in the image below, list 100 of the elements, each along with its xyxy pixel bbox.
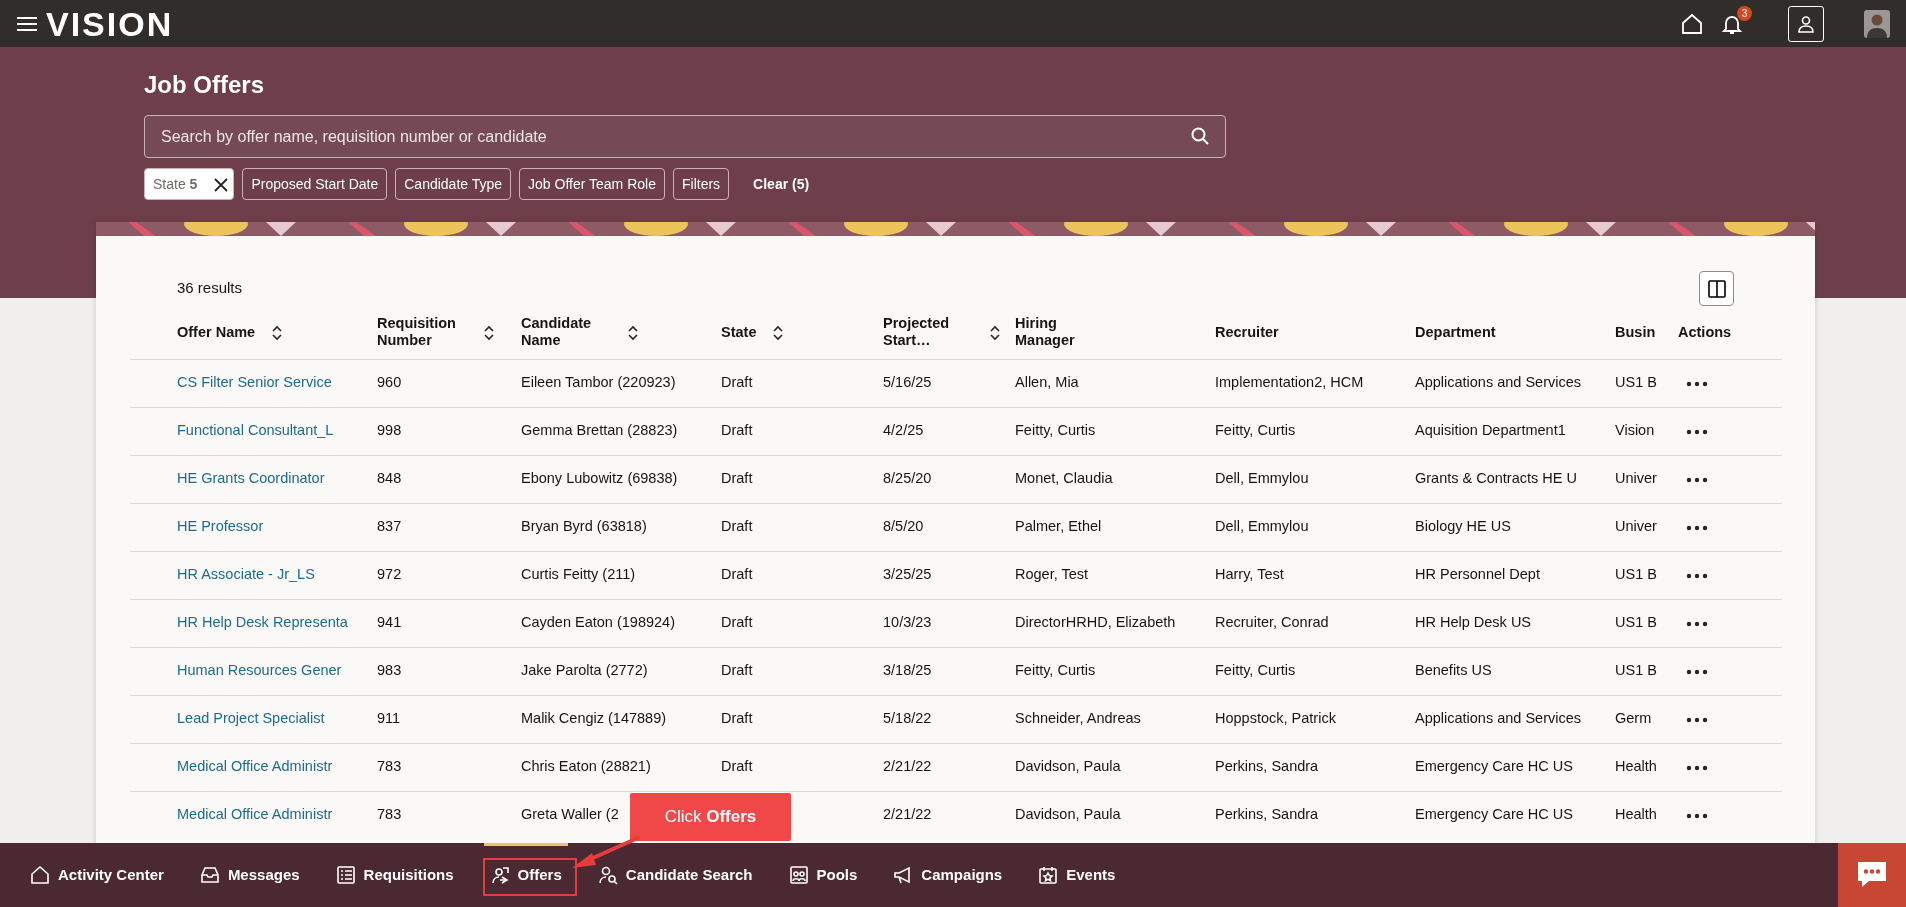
clear-filters-link[interactable]: Clear (5) xyxy=(737,173,818,195)
table-cell: 5/18/22 xyxy=(883,710,932,727)
nav-tab[interactable]: Candidate Search xyxy=(591,843,759,907)
columns-icon xyxy=(1706,278,1727,299)
table-cell: Germ xyxy=(1615,710,1652,727)
table-cell: 3/18/25 xyxy=(883,662,932,679)
column-header: Requisition Number xyxy=(377,314,457,350)
person-search-icon xyxy=(597,865,618,885)
table-cell: Davidson, Paula xyxy=(1015,758,1121,775)
table-cell: Univer xyxy=(1615,518,1657,535)
sort-icon xyxy=(271,325,284,341)
avatar[interactable] xyxy=(1864,9,1890,38)
table-cell: Feitty, Curtis xyxy=(1015,662,1096,679)
table-cell: Vision xyxy=(1615,422,1655,439)
table-cell: Dell, Emmylou xyxy=(1215,470,1309,487)
nav-tab[interactable]: Events xyxy=(1032,843,1122,907)
column-header: Busin xyxy=(1615,323,1656,341)
table-cell: Chris Eaton (28821) xyxy=(521,758,651,775)
user-button[interactable] xyxy=(1788,5,1824,42)
table-cell: 983 xyxy=(377,662,402,679)
table-cell: Cayden Eaton (198924) xyxy=(521,614,675,631)
search-field[interactable]: Search by offer name, requisition number or candidate xyxy=(144,115,1226,158)
table-cell: Draft xyxy=(721,470,753,487)
offer-link[interactable]: Functional Consultant_L xyxy=(177,422,334,439)
offer-link[interactable]: Medical Office Administr xyxy=(177,758,333,775)
table-cell: Draft xyxy=(721,758,753,775)
more-icon xyxy=(1686,476,1708,483)
filter-chip[interactable]: State 5 xyxy=(144,168,235,200)
table-cell: Emergency Care HC US xyxy=(1415,806,1573,823)
callout: Click Offers xyxy=(630,793,791,841)
filter-chip[interactable]: Candidate Type xyxy=(395,168,512,200)
table-cell: Hoppstock, Patrick xyxy=(1215,710,1336,727)
table-cell: Grants & Contracts HE U xyxy=(1415,470,1577,487)
nav-tab[interactable]: Messages xyxy=(193,843,306,907)
more-icon xyxy=(1686,380,1708,387)
nav-tab[interactable]: Requisitions xyxy=(329,843,460,907)
column-header: Offer Name xyxy=(177,323,256,341)
table-cell: Harry, Test xyxy=(1215,566,1284,583)
close-icon xyxy=(213,176,230,193)
table-cell: Draft xyxy=(721,662,753,679)
table-cell: Draft xyxy=(721,614,753,631)
more-icon xyxy=(1686,524,1708,531)
table-cell: Aquisition Department1 xyxy=(1415,422,1566,439)
person-icon xyxy=(1796,13,1816,34)
nav-tab[interactable]: Pools xyxy=(782,843,864,907)
more-icon xyxy=(1686,716,1708,723)
offer-link[interactable]: HE Grants Coordinator xyxy=(177,470,325,487)
column-header: State xyxy=(721,323,757,341)
table-cell: Gemma Brettan (28823) xyxy=(521,422,678,439)
filter-chip[interactable]: Filters xyxy=(672,168,730,200)
table-cell: Eileen Tambor (220923) xyxy=(521,374,676,391)
table-cell: Allen, Mia xyxy=(1015,374,1079,391)
columns-button[interactable] xyxy=(1699,271,1734,306)
table-cell: 783 xyxy=(377,758,402,775)
table-cell: Applications and Services xyxy=(1415,710,1582,727)
offer-link[interactable]: HE Professor xyxy=(177,518,264,535)
table-cell: 8/25/20 xyxy=(883,470,932,487)
house-icon xyxy=(30,865,50,885)
column-header: Candidate Name xyxy=(521,314,593,350)
table-cell: Univer xyxy=(1615,470,1657,487)
home-button[interactable] xyxy=(1680,11,1704,36)
more-icon xyxy=(1686,572,1708,579)
results-count: 36 results xyxy=(177,278,243,299)
nav-tab[interactable]: Campaigns xyxy=(887,843,1009,907)
offer-link[interactable]: CS Filter Senior Service xyxy=(177,374,332,391)
table-cell: Davidson, Paula xyxy=(1015,806,1121,823)
table-cell: Perkins, Sandra xyxy=(1215,758,1319,775)
table-cell: Biology HE US xyxy=(1415,518,1511,535)
table-cell: US1 B xyxy=(1615,374,1657,391)
filter-chip[interactable]: Job Offer Team Role xyxy=(519,168,665,200)
more-icon xyxy=(1686,764,1708,771)
nav-tab[interactable]: Offers xyxy=(483,843,568,907)
offer-link[interactable]: Medical Office Administr xyxy=(177,806,333,823)
menu-icon xyxy=(16,15,38,34)
table-cell: HR Help Desk US xyxy=(1415,614,1532,631)
offer-link[interactable]: Lead Project Specialist xyxy=(177,710,325,727)
table-cell: 3/25/25 xyxy=(883,566,932,583)
table-cell: Health xyxy=(1615,806,1657,823)
notification-badge: 3 xyxy=(1737,6,1752,22)
table-cell: 837 xyxy=(377,518,402,535)
table-cell: 998 xyxy=(377,422,402,439)
table-cell: Roger, Test xyxy=(1015,566,1089,583)
nav-tab[interactable]: Activity Center xyxy=(24,843,170,907)
table-cell: Draft xyxy=(721,710,753,727)
sort-icon xyxy=(483,325,495,341)
filter-chip[interactable]: Proposed Start Date xyxy=(242,168,388,200)
table-cell: 10/3/23 xyxy=(883,614,932,631)
sort-icon xyxy=(772,325,785,341)
column-header: Department xyxy=(1415,323,1496,341)
list-icon xyxy=(335,865,356,885)
offer-link[interactable]: HR Associate - Jr_LS xyxy=(177,566,315,583)
search-icon xyxy=(1190,126,1210,146)
table-cell: 911 xyxy=(377,710,401,727)
table-cell: 2/21/22 xyxy=(883,806,932,823)
offer-link[interactable]: HR Help Desk Representa xyxy=(177,614,348,631)
chat-button[interactable] xyxy=(1838,843,1906,907)
callout-arrow xyxy=(570,835,642,871)
offer-link[interactable]: Human Resources Gener xyxy=(177,662,342,679)
column-header: Actions xyxy=(1678,323,1732,341)
table-cell: 8/5/20 xyxy=(883,518,924,535)
